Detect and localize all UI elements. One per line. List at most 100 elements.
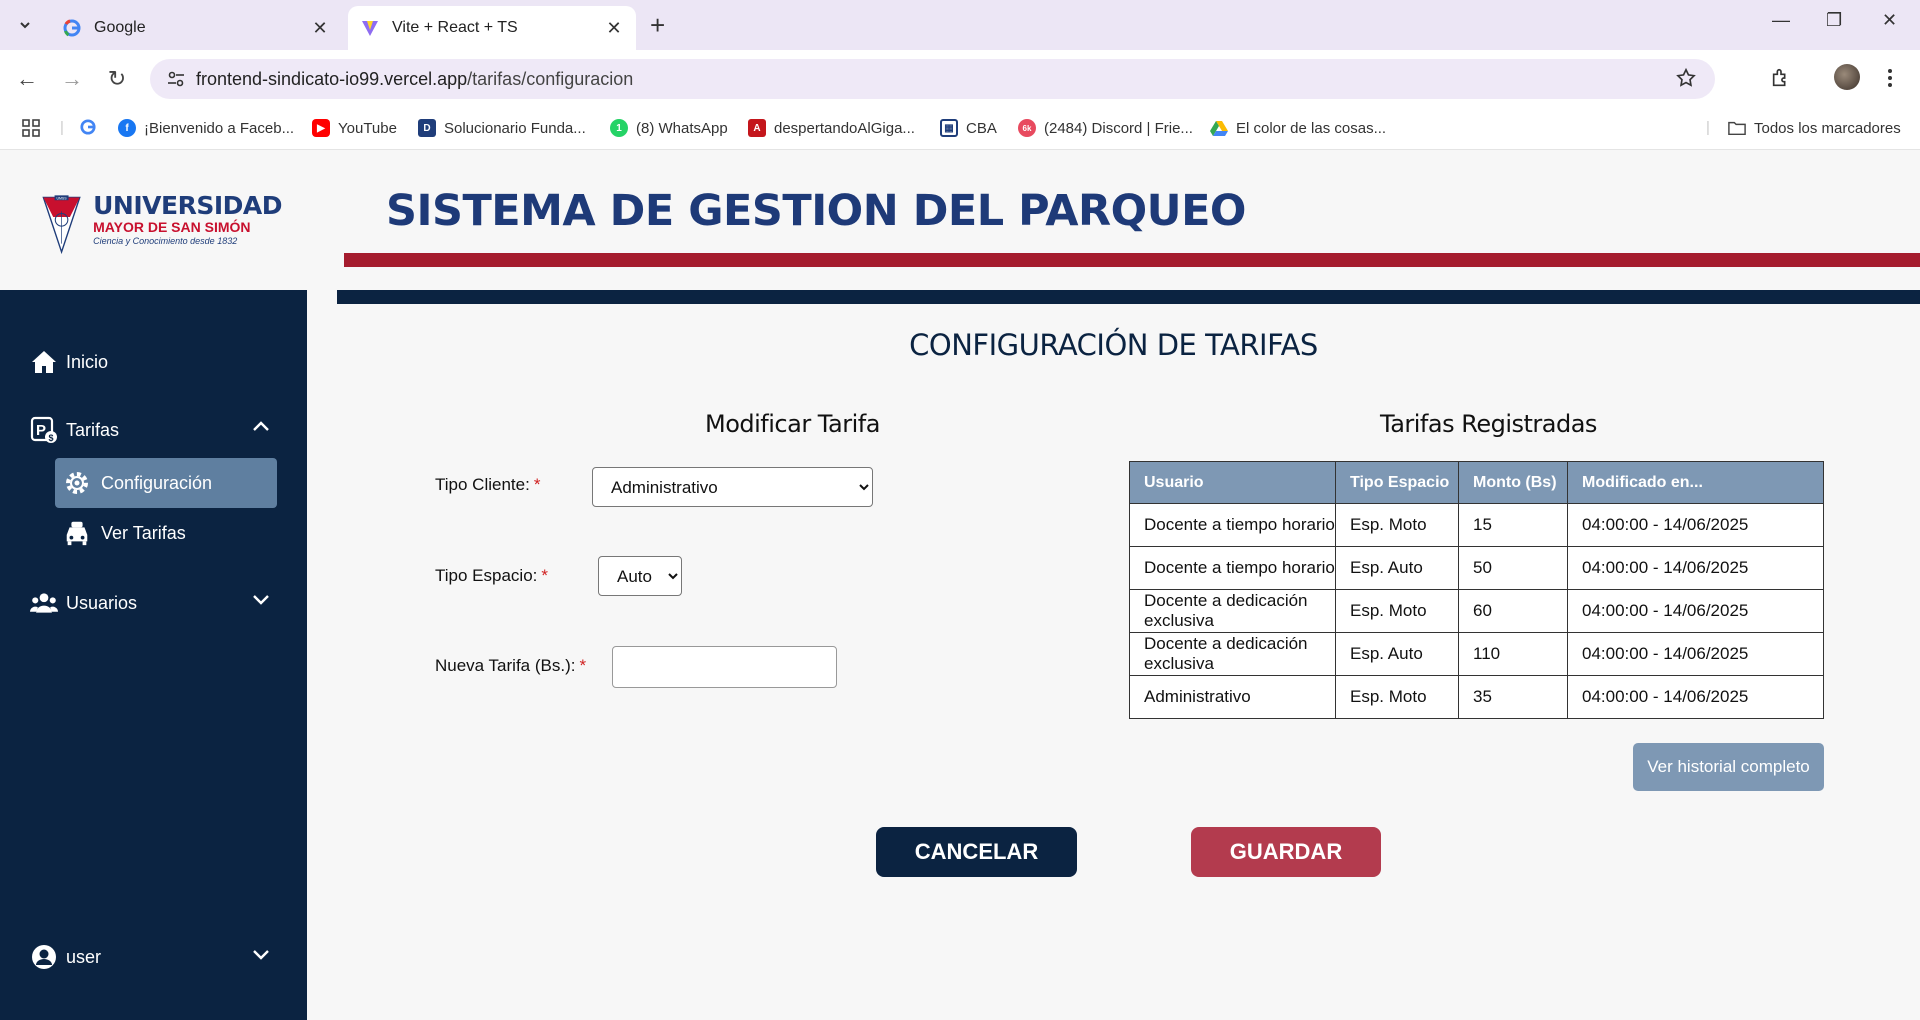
bookmark-item[interactable]: 1 (8) WhatsApp — [610, 119, 728, 137]
site-settings-icon[interactable] — [156, 71, 196, 87]
cell-tipo-espacio: Esp. Auto — [1335, 632, 1459, 676]
bookmark-item[interactable]: 6k (2484) Discord | Frie... — [1018, 119, 1193, 137]
profile-avatar[interactable] — [1834, 64, 1860, 90]
cell-usuario: Docente a tiempo horario — [1129, 546, 1336, 590]
all-bookmarks-label: Todos los marcadores — [1754, 119, 1901, 137]
bookmark-item[interactable]: AdespertandoAlGiga... — [748, 119, 915, 137]
google-bookmark-icon[interactable] — [80, 119, 96, 135]
extensions-icon[interactable] — [1770, 67, 1792, 94]
bookmark-label: YouTube — [338, 119, 397, 137]
facebook-icon: f — [118, 119, 136, 137]
sidebar-item-usuarios[interactable]: Usuarios — [30, 589, 137, 617]
forward-icon[interactable]: → — [57, 64, 87, 94]
svg-text:P: P — [36, 422, 46, 439]
restore-icon[interactable]: ❐ — [1826, 10, 1842, 31]
close-window-icon[interactable]: ✕ — [1882, 10, 1897, 31]
bookmark-label: CBA — [966, 119, 997, 137]
bookmark-item[interactable]: ▦ CBA — [940, 119, 997, 137]
cell-usuario: Administrativo — [1129, 675, 1336, 719]
required-mark: * — [541, 566, 548, 585]
close-tab-icon[interactable]: ✕ — [604, 18, 624, 39]
required-mark: * — [533, 475, 541, 494]
nueva-tarifa-input[interactable] — [612, 646, 837, 688]
cell-tipo-espacio: Esp. Auto — [1335, 546, 1459, 590]
tab-search-chevron-icon[interactable] — [10, 10, 40, 40]
tipo-cliente-label-text: Tipo Cliente: — [435, 475, 530, 494]
car-icon — [63, 519, 91, 547]
bookmark-item[interactable]: El color de las cosas... — [1210, 119, 1386, 137]
cell-monto: 110 — [1458, 632, 1568, 676]
bookmark-label: ¡Bienvenido a Faceb... — [144, 119, 295, 137]
tipo-espacio-select[interactable]: Auto — [598, 556, 682, 596]
ver-historial-button[interactable]: Ver historial completo — [1633, 743, 1824, 791]
cell-tipo-espacio: Esp. Moto — [1335, 503, 1459, 547]
google-icon — [62, 18, 82, 38]
required-mark: * — [579, 656, 587, 675]
tipo-cliente-select[interactable]: Administrativo — [592, 467, 873, 507]
tab-title: Google — [94, 19, 146, 36]
sidebar-item-label: Tarifas — [66, 419, 120, 440]
chevron-down-icon[interactable] — [252, 945, 270, 966]
tipo-cliente-label: Tipo Cliente: * — [435, 475, 540, 495]
cell-monto: 35 — [1458, 675, 1568, 719]
sidebar-item-label: Configuración — [101, 472, 213, 493]
vite-icon — [360, 18, 380, 38]
cell-monto: 60 — [1458, 589, 1568, 633]
save-button[interactable]: GUARDAR — [1191, 827, 1381, 877]
sidebar-user[interactable]: user — [30, 943, 101, 971]
sidebar-item-ver-tarifas[interactable]: Ver Tarifas — [55, 508, 277, 558]
cell-modificado: 04:00:00 - 14/06/2025 — [1567, 546, 1824, 590]
table-row: Docente a tiempo horario Esp. Moto 15 04… — [1129, 503, 1824, 547]
sidebar-item-tarifas[interactable]: P $ Tarifas — [30, 416, 119, 444]
folder-icon — [1728, 119, 1746, 137]
all-bookmarks[interactable]: Todos los marcadores — [1728, 119, 1901, 137]
bookmarks-separator: | — [60, 119, 64, 136]
cell-modificado: 04:00:00 - 14/06/2025 — [1567, 675, 1824, 719]
minimize-icon[interactable]: — — [1772, 10, 1790, 31]
column-header-tipo-espacio: Tipo Espacio — [1335, 461, 1459, 504]
main-content: CONFIGURACIÓN DE TARIFAS Modificar Tarif… — [307, 304, 1920, 1020]
bookmark-label: despertandoAlGiga... — [774, 119, 915, 137]
nueva-tarifa-label: Nueva Tarifa (Bs.): * — [435, 656, 586, 676]
bookmark-item[interactable]: ▶ YouTube — [312, 119, 397, 137]
cell-usuario: Docente a tiempo horario — [1129, 503, 1336, 547]
apps-grid-icon[interactable] — [22, 119, 40, 137]
tab-google[interactable]: Google ✕ — [50, 6, 342, 50]
parking-fee-icon: P $ — [30, 416, 58, 444]
table-row: Docente a tiempo horario Esp. Auto 50 04… — [1129, 546, 1824, 590]
reload-icon[interactable]: ↻ — [102, 64, 132, 94]
sidebar-item-configuracion[interactable]: Configuración — [55, 458, 277, 508]
cell-monto: 15 — [1458, 503, 1568, 547]
tab-title: Vite + React + TS — [392, 19, 518, 36]
close-tab-icon[interactable]: ✕ — [310, 18, 330, 39]
cancel-button[interactable]: CANCELAR — [876, 827, 1077, 877]
bookmark-item[interactable]: D Solucionario Funda... — [418, 119, 586, 137]
cell-modificado: 04:00:00 - 14/06/2025 — [1567, 503, 1824, 547]
back-icon[interactable]: ← — [12, 64, 42, 94]
app-header: UMSS UNIVERSIDAD MAYOR DE SAN SIMÓN Cien… — [0, 150, 1920, 290]
more-menu-icon[interactable] — [1887, 67, 1893, 94]
sidebar-item-label: Inicio — [66, 351, 109, 372]
column-header-monto: Monto (Bs) — [1458, 461, 1568, 504]
url-host: frontend-sindicato-io99.vercel.app — [196, 68, 468, 89]
column-header-usuario: Usuario — [1129, 461, 1336, 504]
bookmark-item[interactable]: f ¡Bienvenido a Faceb... — [118, 119, 294, 137]
bookmark-label: (8) WhatsApp — [636, 119, 728, 137]
bookmark-star-icon[interactable] — [1675, 67, 1697, 94]
chevron-up-icon[interactable] — [252, 416, 270, 437]
tarifas-table: Usuario Tipo Espacio Monto (Bs) Modifica… — [1129, 461, 1824, 719]
browser-toolbar: ← → ↻ frontend-sindicato-io99.vercel.app… — [0, 50, 1920, 108]
header-accent-bar — [344, 253, 1920, 267]
bookmarks-bar: | f ¡Bienvenido a Faceb... ▶ YouTube D Solu… — [0, 108, 1920, 150]
address-bar[interactable]: frontend-sindicato-io99.vercel.app/tarif… — [150, 59, 1715, 99]
user-avatar-icon — [30, 943, 58, 971]
chevron-down-icon[interactable] — [252, 590, 270, 611]
new-tab-button[interactable]: + — [650, 12, 665, 38]
logo-line-university: UNIVERSIDAD — [93, 191, 282, 220]
sidebar-item-inicio[interactable]: Inicio — [30, 348, 108, 376]
tab-vite[interactable]: Vite + React + TS ✕ — [348, 6, 636, 50]
table-row: Administrativo Esp. Moto 35 04:00:00 - 1… — [1129, 675, 1824, 719]
discord-icon: 6k — [1018, 119, 1036, 137]
cell-monto: 50 — [1458, 546, 1568, 590]
sidebar-item-label: Ver Tarifas — [101, 522, 186, 543]
